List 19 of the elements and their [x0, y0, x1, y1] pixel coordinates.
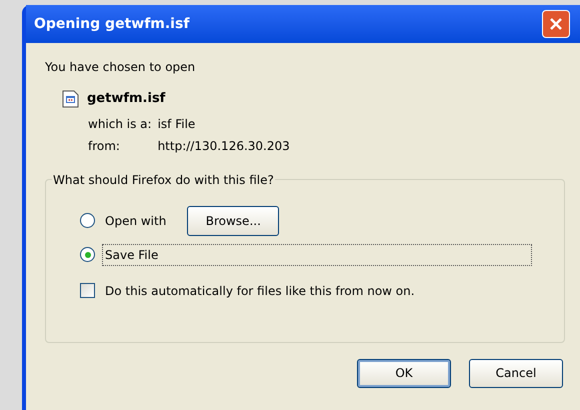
file-source: http://130.126.30.203	[158, 138, 290, 154]
checkbox[interactable]	[80, 283, 95, 298]
file-type: isf File	[158, 116, 196, 132]
close-button[interactable]	[542, 10, 570, 38]
dialog-button[interactable]: Cancel	[469, 358, 563, 388]
option-label[interactable]: Open with	[102, 210, 170, 232]
dialog-button[interactable]: OK	[357, 358, 451, 388]
radio-button[interactable]	[80, 247, 95, 262]
file-icon	[62, 90, 79, 108]
intro-text: You have chosen to open	[45, 59, 196, 75]
file-name: getwfm.isf	[87, 90, 166, 108]
radio-button[interactable]	[80, 213, 95, 228]
close-icon	[548, 16, 564, 32]
field-label: which is a:	[88, 116, 152, 132]
browse-button[interactable]: Browse...	[187, 206, 280, 236]
option-label[interactable]: Save File	[102, 244, 532, 266]
window-title: Opening getwfm.isf	[34, 14, 191, 34]
field-label: from:	[88, 138, 121, 154]
checkbox-label[interactable]: Do this automatically for files like this from now on.	[105, 282, 415, 300]
